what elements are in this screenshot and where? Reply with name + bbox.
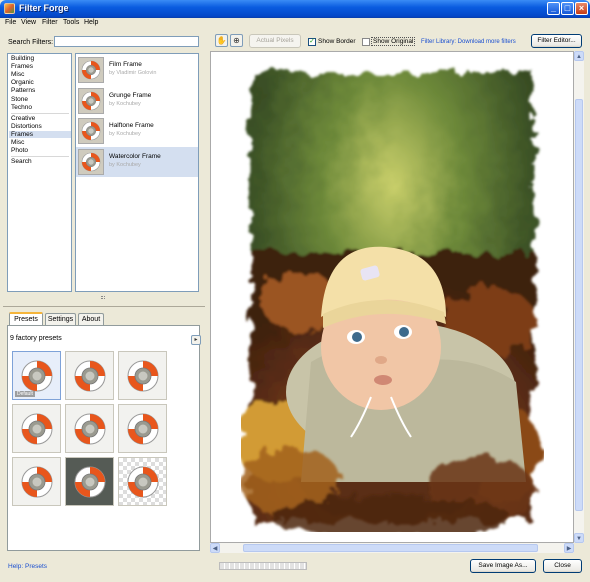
minimize-button[interactable]: _ <box>547 2 560 15</box>
category-item[interactable]: Building <box>11 55 34 62</box>
scroll-up-icon[interactable]: ▲ <box>574 51 584 61</box>
window-title: Filter Forge <box>19 3 69 13</box>
vertical-scroll-thumb[interactable] <box>575 99 583 511</box>
filter-list-item[interactable]: Halftone Frame by Kochubey <box>76 116 198 146</box>
category-item[interactable]: Photo <box>11 147 28 154</box>
presets-count: 9 factory presets <box>10 335 62 342</box>
filter-name: Film Frame <box>109 61 142 68</box>
filter-author: by Kochubey <box>109 100 141 107</box>
preview-canvas[interactable] <box>210 51 574 543</box>
lifebuoy-icon <box>17 409 57 449</box>
lifebuoy-icon <box>123 462 163 502</box>
tab-about[interactable]: About <box>78 313 104 325</box>
help-presets-link[interactable]: Help: Presets <box>8 563 47 570</box>
lifebuoy-icon <box>70 356 110 396</box>
panel-splitter[interactable] <box>7 296 199 300</box>
scroll-left-icon[interactable]: ◀ <box>210 543 220 553</box>
render-progress-bar <box>219 562 307 570</box>
preset-thumbnail[interactable] <box>118 351 167 400</box>
category-divider <box>11 112 69 114</box>
category-item[interactable]: Organic <box>11 79 34 86</box>
category-item[interactable]: Misc <box>11 139 24 146</box>
category-list: Building Frames Misc Organic Patterns Stone Te… <box>7 53 72 292</box>
menu-file[interactable]: File <box>5 19 16 26</box>
filter-thumbnail-icon <box>78 87 104 114</box>
horizontal-scroll-thumb[interactable] <box>243 544 538 552</box>
category-item[interactable]: Distortions <box>11 123 42 130</box>
category-item[interactable]: Misc <box>11 71 24 78</box>
menu-tools[interactable]: Tools <box>63 19 79 26</box>
lifebuoy-icon <box>70 409 110 449</box>
horizontal-scrollbar[interactable]: ◀ ▶ <box>210 543 574 553</box>
menu-help[interactable]: Help <box>84 19 98 26</box>
close-window-button[interactable]: × <box>575 2 588 15</box>
lifebuoy-icon <box>70 462 110 502</box>
preset-thumbnail[interactable] <box>118 457 167 506</box>
close-button[interactable]: Close <box>543 559 582 573</box>
preset-thumbnail[interactable] <box>65 404 114 453</box>
presets-menu-button[interactable]: ▸ <box>191 335 201 345</box>
filter-name: Grunge Frame <box>109 91 152 99</box>
filter-author: by Kochubey <box>109 161 141 168</box>
preset-thumbnail[interactable] <box>12 457 61 506</box>
search-input[interactable] <box>54 36 199 47</box>
scroll-right-icon[interactable]: ▶ <box>564 543 574 553</box>
show-border-label: Show Border <box>318 38 356 45</box>
search-label: Search Filters: <box>8 39 54 46</box>
category-item[interactable]: Techno <box>11 104 32 111</box>
preset-thumbnail[interactable] <box>65 457 114 506</box>
menu-bar: File View Filter Tools Help <box>0 18 590 29</box>
zoom-tool-icon[interactable]: ⊕ <box>230 34 243 47</box>
show-border-checkbox[interactable]: ✓ <box>308 38 316 46</box>
category-item[interactable]: Search <box>11 158 32 165</box>
category-item[interactable]: Frames <box>9 130 71 138</box>
menu-view[interactable]: View <box>21 19 36 26</box>
tab-bar: Presets Settings About <box>3 306 205 326</box>
category-item[interactable]: Patterns <box>11 87 35 94</box>
presets-panel: 9 factory presets ▸ Default <box>7 325 201 551</box>
filter-list: Film Frame by Vladimir Golovin Grunge Fr… <box>75 53 199 292</box>
lifebuoy-icon <box>17 462 57 502</box>
category-item[interactable]: Frames <box>11 63 33 70</box>
preset-thumbnail[interactable] <box>118 404 167 453</box>
app-icon <box>4 3 15 14</box>
vertical-scrollbar[interactable]: ▲ ▼ <box>574 51 584 543</box>
filter-name: Watercolor Frame <box>109 152 161 160</box>
lifebuoy-icon <box>123 409 163 449</box>
preset-thumbnail[interactable] <box>65 351 114 400</box>
lifebuoy-icon <box>123 356 163 396</box>
category-item[interactable]: Stone <box>11 96 28 103</box>
save-image-button[interactable]: Save Image As... <box>470 559 536 573</box>
actual-pixels-button[interactable]: Actual Pixels <box>249 34 301 48</box>
filter-thumbnail-icon <box>78 148 104 175</box>
hand-tool-icon[interactable]: ✋ <box>215 34 228 47</box>
scroll-down-icon[interactable]: ▼ <box>574 533 584 543</box>
default-preset-badge: Default <box>15 391 35 397</box>
filter-editor-button[interactable]: Filter Editor... <box>531 34 582 48</box>
show-original-label: Show Original <box>371 37 416 46</box>
preview-panel: ✋ ⊕ Actual Pixels ✓ Show Border Show Ori… <box>208 30 590 582</box>
lifebuoy-icon <box>17 356 57 396</box>
category-item[interactable]: Creative <box>11 115 35 122</box>
filter-thumbnail-icon <box>78 57 104 83</box>
filter-list-item[interactable]: Film Frame by Vladimir Golovin <box>76 55 198 85</box>
filter-list-item[interactable]: Grunge Frame by Kochubey <box>76 86 198 116</box>
left-panel: Search Filters: Building Frames Misc Organi… <box>3 30 205 578</box>
filter-author: by Vladimir Golovin <box>109 70 157 76</box>
show-original-checkbox[interactable] <box>362 38 370 46</box>
title-bar: Filter Forge _ □ × <box>0 0 590 18</box>
preset-thumbnail[interactable] <box>12 404 61 453</box>
preview-image <box>241 72 541 532</box>
filter-list-item[interactable]: Watercolor Frame by Kochubey <box>76 146 198 177</box>
filter-library-link[interactable]: Filter Library: Download more filters <box>421 39 516 45</box>
preset-thumbnail[interactable]: Default <box>12 351 61 400</box>
tab-settings[interactable]: Settings <box>45 313 76 325</box>
filter-thumbnail-icon <box>78 118 104 144</box>
category-divider <box>11 156 69 158</box>
tab-presets[interactable]: Presets <box>9 312 43 325</box>
filter-author: by Kochubey <box>109 131 141 137</box>
filter-name: Halftone Frame <box>109 122 154 129</box>
maximize-button[interactable]: □ <box>561 2 574 15</box>
menu-filter[interactable]: Filter <box>42 19 58 26</box>
